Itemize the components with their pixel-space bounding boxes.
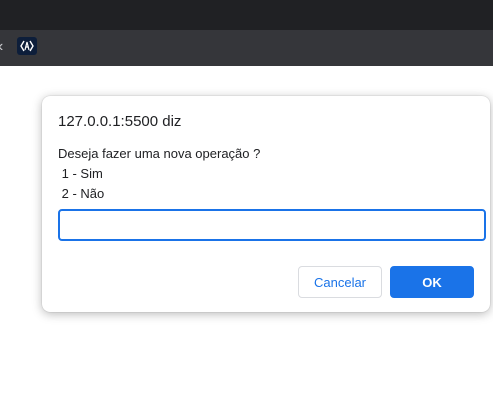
prompt-input[interactable] [58,209,486,241]
prompt-dialog: 127.0.0.1:5500 diz Deseja fazer uma nova… [42,96,490,312]
back-arrow-icon[interactable]: ‹ [0,37,3,57]
dialog-message-line: Deseja fazer uma nova operação ? [58,146,261,161]
browser-title-bar [0,0,493,30]
dialog-title: 127.0.0.1:5500 diz [58,113,182,130]
cancel-button[interactable]: Cancelar [298,266,382,298]
ok-button[interactable]: OK [390,266,474,298]
dialog-message-line: 1 - Sim [58,166,103,181]
dialog-message-line: 2 - Não [58,186,105,201]
page-content: 127.0.0.1:5500 diz Deseja fazer uma nova… [0,66,493,415]
favicon-icon[interactable] [17,37,37,55]
dialog-message: Deseja fazer uma nova operação ? 1 - Sim… [58,144,260,204]
browser-toolbar: ‹ › [0,30,493,66]
